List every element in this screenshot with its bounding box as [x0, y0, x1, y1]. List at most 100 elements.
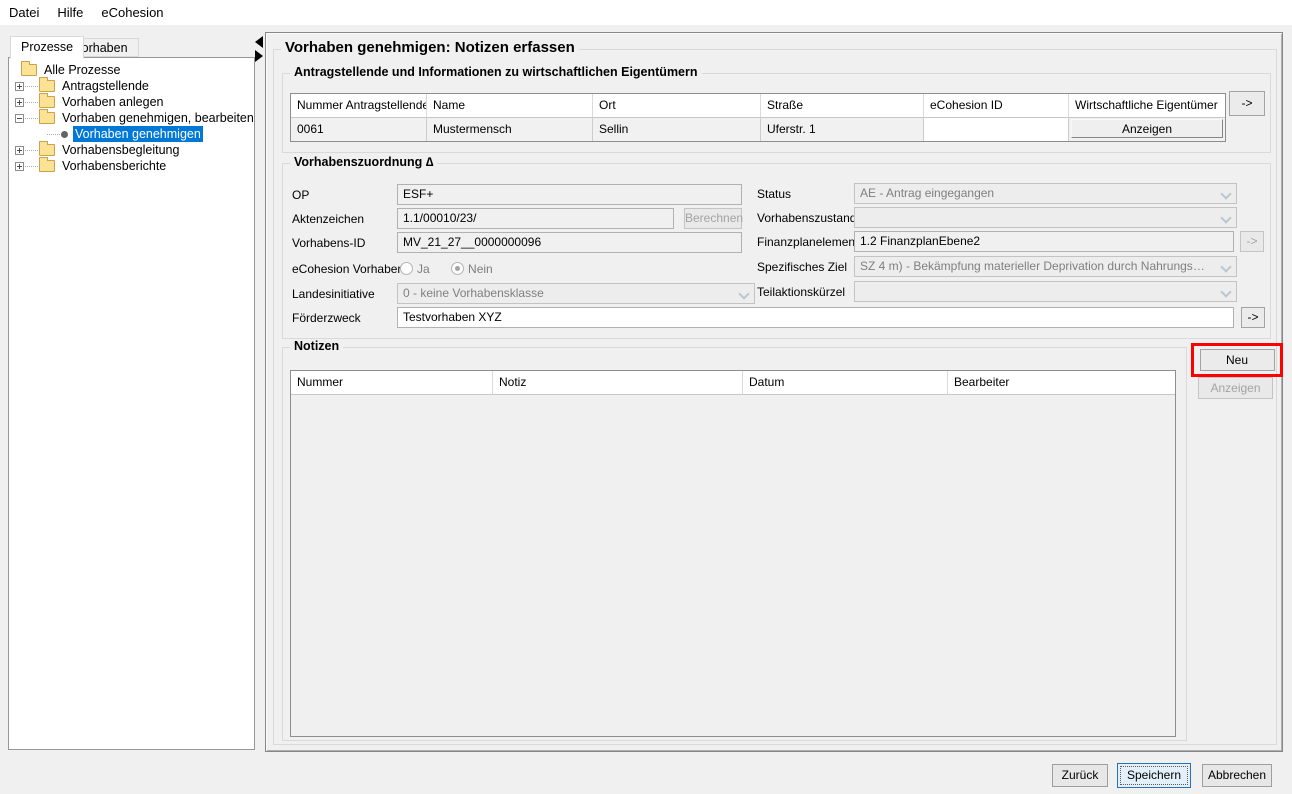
tree-item-label: Vorhabensbegleitung — [60, 142, 181, 158]
ecohesion-vorhaben-label: eCohesion Vorhaben — [292, 259, 404, 279]
menu-hilfe[interactable]: Hilfe — [48, 1, 92, 24]
tree-line — [25, 118, 38, 119]
chevron-down-icon — [1222, 288, 1230, 296]
expand-right-icon[interactable] — [255, 50, 263, 62]
tree-item-label: Vorhabensberichte — [60, 158, 168, 174]
chevron-down-icon — [1222, 190, 1230, 198]
folder-icon — [39, 96, 55, 108]
aktenzeichen-label: Aktenzeichen — [292, 209, 364, 229]
menu-datei[interactable]: Datei — [0, 1, 48, 24]
notizen-table-body-empty — [291, 395, 1175, 736]
cell-ort: Sellin — [593, 118, 761, 141]
applicants-group-title: Antragstellende und Informationen zu wir… — [290, 65, 702, 79]
spezifisches-ziel-label: Spezifisches Ziel — [757, 257, 847, 277]
column-header[interactable]: Notiz — [493, 371, 743, 395]
radio-nein — [451, 262, 464, 275]
abbrechen-button[interactable]: Abbrechen — [1202, 764, 1272, 787]
cell-eigentuemer: Anzeigen — [1069, 118, 1225, 141]
anzeigen-button: Anzeigen — [1198, 377, 1273, 399]
teilaktionskuerzel-label: Teilaktionskürzel — [757, 282, 845, 302]
chevron-down-icon — [1222, 214, 1230, 222]
zuordnung-group-title: Vorhabenszuordnung ∆ — [290, 155, 437, 169]
tree-line — [47, 134, 60, 135]
status-value: AE - Antrag eingegangen — [860, 186, 994, 200]
column-header[interactable]: Name — [427, 94, 593, 118]
leaf-bullet-icon — [61, 131, 68, 138]
column-header[interactable]: eCohesion ID — [924, 94, 1069, 118]
open-applicant-arrow-button[interactable]: -> — [1229, 91, 1265, 116]
main-panel: Vorhaben genehmigen: Notizen erfassen An… — [265, 32, 1283, 752]
column-header[interactable]: Straße — [761, 94, 924, 118]
radio-ja — [400, 262, 413, 275]
op-label: OP — [292, 185, 309, 205]
tree-item-antragstellende[interactable]: Antragstellende — [9, 78, 254, 94]
neu-button[interactable]: Neu — [1200, 349, 1275, 371]
finanzplanelement-arrow-button: -> — [1240, 231, 1264, 252]
column-header[interactable]: Wirtschaftliche Eigentümer — [1069, 94, 1225, 118]
vorhabenszustand-select — [854, 207, 1237, 228]
folder-icon — [39, 144, 55, 156]
tree-item-vorhaben-genehmigen-bearbeiten[interactable]: Vorhaben genehmigen, bearbeiten — [9, 110, 254, 126]
column-header[interactable]: Nummer — [291, 371, 493, 395]
status-select: AE - Antrag eingegangen — [854, 183, 1237, 204]
process-tree: Alle Prozesse Antragstellende Vorhaben a… — [8, 57, 255, 750]
expand-plus-icon[interactable] — [15, 146, 24, 155]
notizen-table: Nummer Notiz Datum Bearbeiter — [290, 370, 1176, 737]
collapse-left-icon[interactable] — [255, 36, 263, 48]
collapse-minus-icon[interactable] — [15, 114, 24, 123]
tree-item-label: Antragstellende — [60, 78, 151, 94]
tree-item-vorhaben-anlegen[interactable]: Vorhaben anlegen — [9, 94, 254, 110]
tab-prozesse[interactable]: Prozesse — [10, 36, 84, 59]
column-header[interactable]: Ort — [593, 94, 761, 118]
foerderzweck-label: Förderzweck — [292, 308, 361, 328]
op-field: ESF+ — [397, 184, 742, 205]
anzeigen-eigentuemer-button[interactable]: Anzeigen — [1071, 119, 1223, 138]
vorhabenszustand-label: Vorhabenszustand — [757, 208, 856, 228]
tree-item-alle-prozesse[interactable]: Alle Prozesse — [9, 62, 254, 78]
tree-item-label: Vorhaben anlegen — [60, 94, 165, 110]
finanzplanelement-label: Finanzplanelement — [757, 232, 858, 252]
folder-icon — [39, 80, 55, 92]
speichern-button-label: Speichern — [1127, 768, 1181, 782]
notizen-group-title: Notizen — [290, 339, 343, 353]
splitter[interactable] — [255, 36, 265, 64]
foerderzweck-arrow-button[interactable]: -> — [1241, 307, 1265, 328]
zuordnung-groupbox: Vorhabenszuordnung ∆ OP ESF+ Aktenzeiche… — [282, 163, 1271, 339]
column-header[interactable]: Datum — [743, 371, 948, 395]
menu-ecohesion[interactable]: eCohesion — [92, 1, 172, 24]
tree-item-label: Vorhaben genehmigen, bearbeiten — [60, 110, 255, 126]
foerderzweck-field[interactable]: Testvorhaben XYZ — [397, 307, 1234, 328]
chevron-down-icon — [740, 290, 748, 298]
app-window: Datei Hilfe eCohesion Prozesse Vorhaben … — [0, 0, 1292, 794]
landesinitiative-select: 0 - keine Vorhabensklasse — [397, 283, 755, 304]
cell-nummer: 0061 — [291, 118, 427, 141]
page-title: Vorhaben genehmigen: Notizen erfassen — [281, 39, 579, 56]
tree-item-vorhabensbegleitung[interactable]: Vorhabensbegleitung — [9, 142, 254, 158]
status-label: Status — [757, 184, 791, 204]
column-header[interactable]: Bearbeiter — [948, 371, 1175, 395]
expand-plus-icon[interactable] — [15, 162, 24, 171]
radio-ja-label: Ja — [417, 262, 430, 276]
expand-plus-icon[interactable] — [15, 98, 24, 107]
speichern-button[interactable]: Speichern — [1117, 763, 1191, 788]
folder-icon — [39, 112, 55, 124]
vorhabens-id-field: MV_21_27__0000000096 — [397, 232, 742, 253]
applicants-groupbox: Antragstellende und Informationen zu wir… — [282, 73, 1271, 153]
tree-item-vorhaben-genehmigen[interactable]: Vorhaben genehmigen — [9, 126, 254, 142]
spezifisches-ziel-select: SZ 4 m) - Bekämpfung materieller Depriva… — [854, 256, 1237, 277]
menu-bar: Datei Hilfe eCohesion — [0, 0, 1292, 25]
teilaktionskuerzel-select — [854, 281, 1237, 302]
highlight-box: Neu — [1191, 343, 1283, 377]
table-row[interactable]: 0061 Mustermensch Sellin Uferstr. 1 Anze… — [291, 118, 1225, 141]
column-header[interactable]: Nummer Antragstellende — [291, 94, 427, 118]
radio-nein-label: Nein — [468, 262, 493, 276]
landesinitiative-label: Landesinitiative — [292, 284, 375, 304]
finanzplanelement-field: 1.2 FinanzplanEbene2 — [854, 231, 1234, 252]
cell-strasse: Uferstr. 1 — [761, 118, 924, 141]
tree-item-label: Alle Prozesse — [42, 62, 122, 78]
folder-icon — [21, 64, 37, 76]
berechnen-button: Berechnen — [684, 208, 742, 229]
tree-item-vorhabensberichte[interactable]: Vorhabensberichte — [9, 158, 254, 174]
expand-plus-icon[interactable] — [15, 82, 24, 91]
zurueck-button[interactable]: Zurück — [1052, 764, 1108, 787]
